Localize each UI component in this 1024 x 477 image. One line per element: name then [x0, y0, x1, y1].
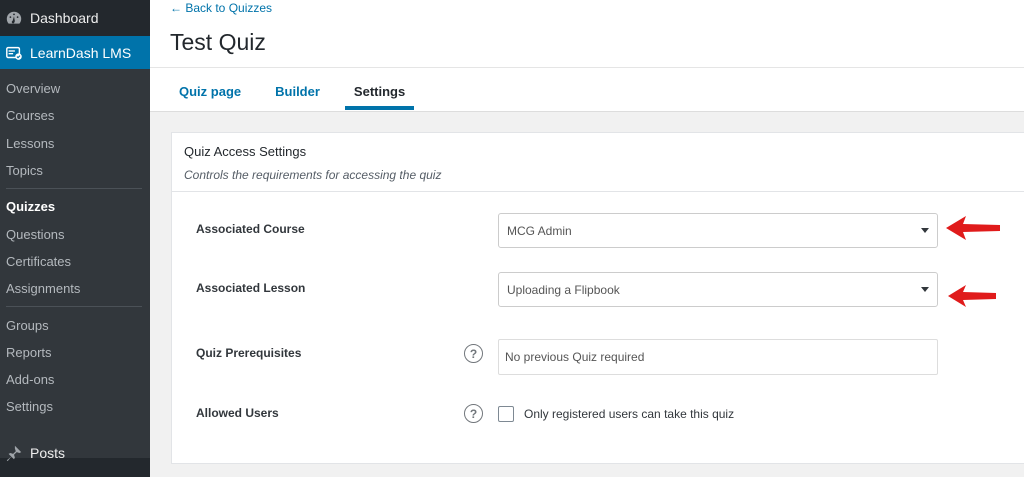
- chevron-down-icon: [921, 228, 929, 233]
- sidebar-item-assignments[interactable]: Assignments: [0, 275, 150, 302]
- page-title: Test Quiz: [170, 29, 266, 55]
- sidebar-item-settings[interactable]: Settings: [0, 393, 150, 420]
- sidebar-item-lessons[interactable]: Lessons: [0, 130, 150, 157]
- annotation-arrow-icon: [946, 216, 1000, 240]
- sidebar-item-certificates[interactable]: Certificates: [0, 248, 150, 275]
- allowed-users-option[interactable]: Only registered users can take this quiz: [498, 406, 734, 422]
- tab-quiz-page[interactable]: Quiz page: [170, 68, 250, 110]
- panel-description: Controls the requirements for accessing …: [184, 168, 442, 182]
- associated-lesson-select[interactable]: Uploading a Flipbook: [498, 272, 938, 307]
- associated-course-select[interactable]: MCG Admin: [498, 213, 938, 248]
- sidebar-item-questions[interactable]: Questions: [0, 220, 150, 247]
- submenu-divider: [6, 306, 142, 308]
- menu-learndash-label: LearnDash LMS: [30, 44, 132, 61]
- sidebar-item-add-ons[interactable]: Add-ons: [0, 366, 150, 393]
- help-icon[interactable]: ?: [464, 404, 483, 423]
- quiz-prerequisites-input[interactable]: No previous Quiz required: [498, 339, 938, 375]
- menu-posts[interactable]: Posts: [0, 435, 150, 471]
- learndash-submenu: Overview Courses Lessons Topics Quizzes …: [0, 69, 150, 458]
- panel-title: Quiz Access Settings: [184, 144, 307, 159]
- allowed-users-label: Allowed Users: [196, 406, 279, 420]
- tab-settings[interactable]: Settings: [344, 68, 415, 110]
- admin-sidebar: Dashboard LearnDash LMS Overview Courses…: [0, 0, 150, 477]
- quiz-header: ← Back to Quizzes Test Quiz Quiz page Bu…: [150, 0, 1024, 112]
- associated-lesson-label: Associated Lesson: [196, 281, 306, 295]
- submenu-divider: [6, 188, 142, 190]
- menu-dashboard-label: Dashboard: [30, 10, 99, 26]
- menu-posts-label: Posts: [30, 445, 66, 461]
- back-to-quizzes-link[interactable]: ← Back to Quizzes: [170, 1, 272, 15]
- associated-course-value: MCG Admin: [507, 223, 572, 238]
- dashboard-icon: [5, 9, 23, 27]
- quiz-access-settings-panel: Quiz Access Settings Controls the requir…: [171, 132, 1024, 464]
- tab-builder[interactable]: Builder: [266, 68, 329, 110]
- allowed-users-checkbox[interactable]: [498, 406, 514, 422]
- annotation-arrow-icon: [948, 285, 996, 307]
- sidebar-item-courses[interactable]: Courses: [0, 102, 150, 129]
- pushpin-icon: [5, 444, 23, 462]
- associated-course-label: Associated Course: [196, 222, 305, 236]
- associated-lesson-value: Uploading a Flipbook: [507, 282, 620, 297]
- panel-header: Quiz Access Settings Controls the requir…: [172, 133, 1024, 192]
- sidebar-item-quizzes[interactable]: Quizzes: [0, 193, 150, 220]
- sidebar-item-groups[interactable]: Groups: [0, 311, 150, 338]
- allowed-users-checkbox-label: Only registered users can take this quiz: [524, 407, 735, 421]
- menu-dashboard[interactable]: Dashboard: [0, 0, 150, 36]
- quiz-tabs: Quiz page Builder Settings: [170, 68, 430, 110]
- quiz-prerequisites-label: Quiz Prerequisites: [196, 346, 302, 360]
- sidebar-item-reports[interactable]: Reports: [0, 339, 150, 366]
- learndash-icon: [5, 44, 23, 62]
- sidebar-item-topics[interactable]: Topics: [0, 157, 150, 184]
- menu-learndash[interactable]: LearnDash LMS: [0, 36, 150, 69]
- sidebar-item-overview[interactable]: Overview: [0, 75, 150, 102]
- help-icon[interactable]: ?: [464, 344, 483, 363]
- chevron-down-icon: [921, 287, 929, 292]
- main-content: ← Back to Quizzes Test Quiz Quiz page Bu…: [150, 0, 1024, 477]
